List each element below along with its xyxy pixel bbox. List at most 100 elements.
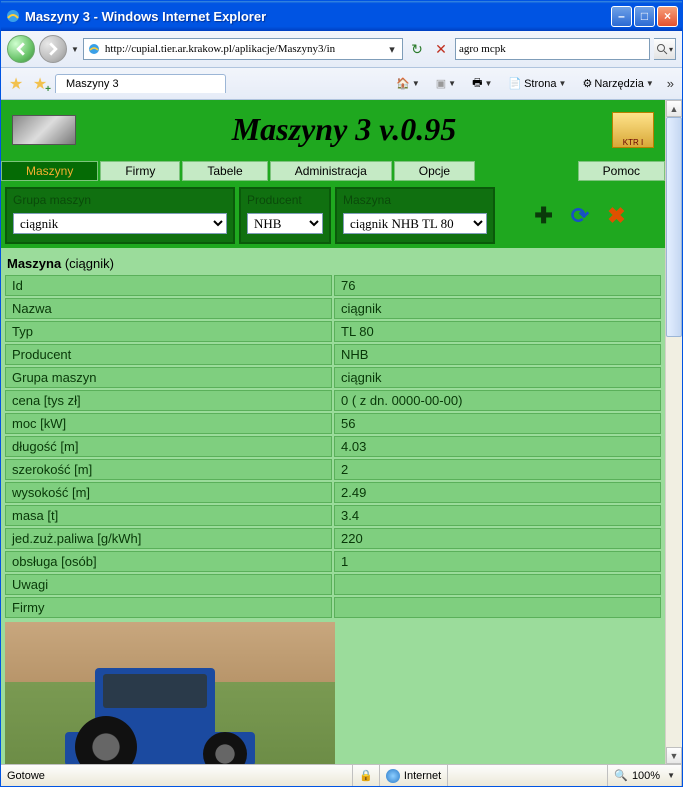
row-key: moc [kW] (5, 413, 332, 434)
app-badge-icon: KTR I (612, 112, 654, 148)
row-key: Uwagi (5, 574, 332, 595)
table-row: długość [m]4.03 (5, 436, 661, 457)
row-key: masa [t] (5, 505, 332, 526)
statusbar: Gotowe 🔒 Internet 🔍100%▼ (1, 764, 682, 786)
home-button[interactable]: 🏠▼ (391, 74, 425, 93)
row-value: 3.4 (334, 505, 661, 526)
home-icon: 🏠 (396, 77, 410, 90)
detail-area: Maszyna (ciągnik) Id76NazwaciągnikTypTL … (1, 248, 665, 764)
print-icon: 🖶 (472, 74, 482, 93)
page-menu[interactable]: 📄Strona▼ (503, 74, 571, 93)
table-row: wysokość [m]2.49 (5, 482, 661, 503)
row-key: cena [tys zł] (5, 390, 332, 411)
refresh-button[interactable]: ↻ (407, 39, 427, 59)
filter-actions: ✚ ⟳ ✖ (499, 187, 661, 244)
row-key: szerokość [m] (5, 459, 332, 480)
menu-administracja[interactable]: Administracja (270, 161, 392, 181)
add-favorite-icon[interactable]: ★ (31, 75, 49, 93)
filter-row: Grupa maszyn ciągnik Producent NHB Maszy… (1, 183, 665, 248)
row-value: NHB (334, 344, 661, 365)
back-button[interactable] (7, 35, 35, 63)
url-dropdown[interactable]: ▾ (384, 43, 400, 56)
row-value: 4.03 (334, 436, 661, 457)
scroll-thumb[interactable] (666, 117, 682, 337)
feeds-button[interactable]: ▣▼ (431, 74, 461, 93)
url-input[interactable] (105, 43, 384, 55)
row-value: 76 (334, 275, 661, 296)
lock-icon: 🔒 (359, 769, 373, 782)
window-title: Maszyny 3 - Windows Internet Explorer (25, 9, 611, 24)
table-row: Grupa maszynciągnik (5, 367, 661, 388)
row-value: ciągnik (334, 298, 661, 319)
row-key: Grupa maszyn (5, 367, 332, 388)
scroll-up-button[interactable]: ▲ (666, 100, 682, 117)
row-key: Id (5, 275, 332, 296)
menu-tabele[interactable]: Tabele (182, 161, 267, 181)
row-value: 220 (334, 528, 661, 549)
status-zone[interactable]: Internet (380, 765, 448, 786)
row-key: wysokość [m] (5, 482, 332, 503)
minimize-button[interactable]: – (611, 6, 632, 27)
refresh-icon[interactable]: ⟳ (571, 203, 589, 229)
row-key: Nazwa (5, 298, 332, 319)
detail-heading: Maszyna (ciągnik) (3, 254, 663, 273)
toolbar-overflow[interactable]: » (665, 76, 676, 91)
add-icon[interactable]: ✚ (534, 203, 552, 229)
row-value: 1 (334, 551, 661, 572)
app-title: Maszyny 3 v.0.95 (86, 111, 602, 148)
table-row: masa [t]3.4 (5, 505, 661, 526)
filter-maszyna-label: Maszyna (343, 193, 487, 207)
filter-producent-select[interactable]: NHB (247, 213, 323, 234)
forward-button[interactable] (39, 35, 67, 63)
ie-window: Maszyny 3 - Windows Internet Explorer – … (0, 0, 683, 787)
page-icon-small: 📄 (508, 77, 522, 90)
row-key: obsługa [osób] (5, 551, 332, 572)
close-button[interactable]: × (657, 6, 678, 27)
table-row: moc [kW]56 (5, 413, 661, 434)
status-protected-mode: 🔒 (353, 765, 380, 786)
search-input[interactable] (459, 43, 646, 55)
maximize-button[interactable]: □ (634, 6, 655, 27)
internet-zone-icon (386, 769, 400, 783)
row-value (334, 597, 661, 618)
search-box[interactable] (455, 38, 650, 60)
row-value: TL 80 (334, 321, 661, 342)
delete-icon[interactable]: ✖ (607, 203, 625, 229)
tab-title: Maszyny 3 (66, 78, 119, 90)
menu-maszyny[interactable]: Maszyny (1, 161, 98, 181)
row-value: 2 (334, 459, 661, 480)
print-button[interactable]: 🖶▼ (467, 71, 497, 96)
status-text: Gotowe (1, 765, 353, 786)
rss-icon: ▣ (436, 77, 446, 90)
menu-pomoc[interactable]: Pomoc (578, 161, 665, 181)
filter-maszyna-select[interactable]: ciągnik NHB TL 80 (343, 213, 487, 234)
tools-menu[interactable]: ⚙Narzędzia▼ (577, 74, 658, 93)
browser-tab[interactable]: Maszyny 3 (55, 74, 226, 93)
row-value: 0 ( z dn. 0000-00-00) (334, 390, 661, 411)
stop-button[interactable]: ✕ (431, 39, 451, 59)
titlebar[interactable]: Maszyny 3 - Windows Internet Explorer – … (1, 1, 682, 31)
table-row: jed.zuż.paliwa [g/kWh]220 (5, 528, 661, 549)
row-value: ciągnik (334, 367, 661, 388)
row-key: jed.zuż.paliwa [g/kWh] (5, 528, 332, 549)
vertical-scrollbar[interactable]: ▲ ▼ (665, 100, 682, 764)
menu-firmy[interactable]: Firmy (100, 161, 180, 181)
app-menubar: Maszyny Firmy Tabele Administracja Opcje… (1, 159, 665, 183)
address-bar[interactable]: ▾ (83, 38, 403, 60)
row-value: 56 (334, 413, 661, 434)
table-row: TypTL 80 (5, 321, 661, 342)
nav-history-dropdown[interactable]: ▼ (71, 45, 79, 54)
scroll-down-button[interactable]: ▼ (666, 747, 682, 764)
detail-table: Id76NazwaciągnikTypTL 80ProducentNHBGrup… (3, 273, 663, 620)
filter-grupa-label: Grupa maszyn (13, 193, 227, 207)
app-logo-icon (12, 115, 76, 145)
table-row: cena [tys zł]0 ( z dn. 0000-00-00) (5, 390, 661, 411)
zoom-control[interactable]: 🔍100%▼ (608, 765, 682, 786)
table-row: ProducentNHB (5, 344, 661, 365)
filter-grupa-select[interactable]: ciągnik (13, 213, 227, 234)
menu-opcje[interactable]: Opcje (394, 161, 475, 181)
search-button[interactable]: ▾ (654, 38, 676, 60)
table-row: Uwagi (5, 574, 661, 595)
gear-icon: ⚙ (582, 77, 592, 90)
favorites-icon[interactable]: ★ (7, 75, 25, 93)
